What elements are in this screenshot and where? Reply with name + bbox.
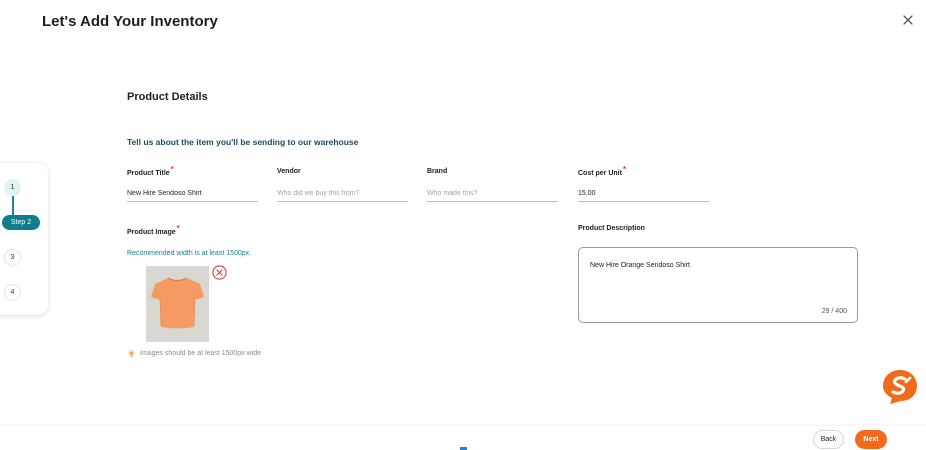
character-counter: 29 / 400: [821, 308, 847, 315]
product-image-label: Product Image*: [127, 224, 180, 236]
section-title: Product Details: [127, 91, 208, 103]
close-icon[interactable]: [900, 12, 916, 28]
step-1[interactable]: 1: [4, 179, 21, 196]
step-2-active[interactable]: Step 2: [2, 215, 40, 230]
chat-widget-icon[interactable]: [881, 368, 919, 406]
stepper: 1 Step 2 3 4: [0, 163, 48, 315]
back-button[interactable]: Back: [813, 430, 844, 449]
vendor-label: Vendor: [277, 168, 301, 175]
product-image-label-text: Product Image: [127, 229, 176, 236]
remove-circle-icon[interactable]: [212, 265, 227, 280]
required-marker: *: [170, 165, 174, 174]
brand-label: Brand: [427, 168, 448, 175]
product-title-input[interactable]: [127, 186, 258, 202]
lightbulb-icon: [127, 349, 136, 358]
product-description-textarea[interactable]: New Hire Orange Sendoso Shirt 29 / 400: [578, 247, 858, 323]
brand-input[interactable]: [427, 186, 558, 202]
cost-per-unit-input[interactable]: [578, 186, 709, 202]
image-size-note: Images should be at least 1500px wide: [127, 349, 261, 358]
section-subtitle: Tell us about the item you'll be sending…: [127, 137, 359, 147]
image-width-hint: Recommended width is at least 1500px.: [127, 250, 252, 257]
required-marker: *: [622, 165, 627, 174]
required-marker: *: [176, 224, 180, 233]
next-button[interactable]: Next: [855, 430, 887, 449]
product-title-label-text: Product Title: [127, 170, 170, 177]
cost-per-unit-label: Cost per Unit*: [578, 165, 627, 177]
page-title: Let's Add Your Inventory: [42, 13, 218, 30]
tshirt-image: [146, 266, 209, 342]
product-title-label: Product Title*: [127, 165, 174, 177]
product-description-label: Product Description: [578, 225, 645, 232]
step-4[interactable]: 4: [4, 284, 21, 301]
cost-per-unit-label-text: Cost per Unit: [578, 170, 622, 177]
product-image-thumbnail[interactable]: [146, 266, 209, 342]
image-size-note-text: Images should be at least 1500px wide: [140, 350, 262, 357]
step-3[interactable]: 3: [4, 249, 21, 266]
product-description-value: New Hire Orange Sendoso Shirt: [590, 262, 690, 269]
vendor-input[interactable]: [277, 186, 408, 202]
